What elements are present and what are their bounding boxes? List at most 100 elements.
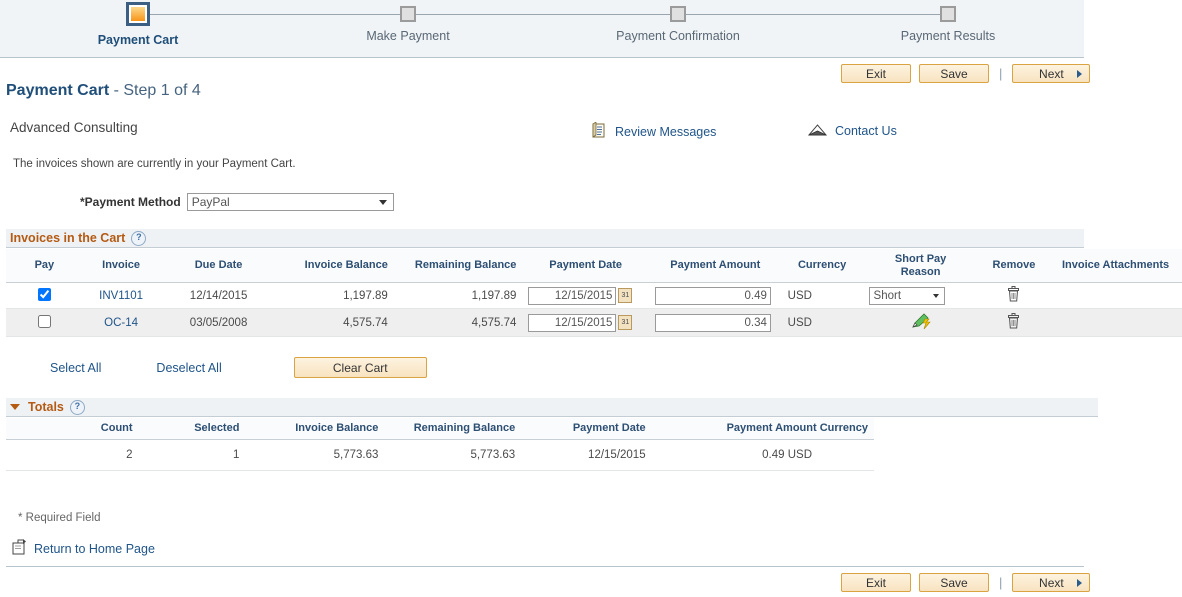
cell-invoice: OC-14 xyxy=(83,309,160,337)
cell-payment-amount xyxy=(649,283,782,309)
totals-payment-date: 12/15/2015 xyxy=(521,439,651,470)
collapse-triangle-icon[interactable] xyxy=(10,404,20,410)
contact-us-link-group[interactable]: Contact Us xyxy=(808,122,897,140)
payment-method-value: PayPal xyxy=(192,195,230,209)
pay-checkbox-row-1[interactable] xyxy=(38,288,51,301)
step-label-payment-cart: Payment Cart xyxy=(58,33,218,47)
calendar-icon-row-2[interactable]: 31 xyxy=(618,315,632,330)
step-payment-results[interactable]: Payment Results xyxy=(868,0,1028,43)
pay-checkbox-row-2[interactable] xyxy=(38,315,51,328)
col-remove: Remove xyxy=(979,249,1050,283)
step-marker-icon xyxy=(670,6,686,22)
col-due-date: Due Date xyxy=(159,249,277,283)
cell-payment-amount xyxy=(649,309,782,337)
cell-invoice-attachments xyxy=(1049,309,1182,337)
edit-short-pay-icon-row-2[interactable] xyxy=(911,312,931,333)
review-messages-link[interactable]: Review Messages xyxy=(615,125,716,139)
chevron-right-icon xyxy=(1077,579,1082,587)
step-label-make-payment: Make Payment xyxy=(328,29,488,43)
payment-amount-input-row-1[interactable] xyxy=(655,287,771,305)
intro-text: The invoices shown are currently in your… xyxy=(13,158,296,170)
payment-amount-input-row-2[interactable] xyxy=(655,314,771,332)
cell-invoice-balance: 4,575.74 xyxy=(278,309,394,337)
table-row: INV1101 12/14/2015 1,197.89 1,197.89 31 … xyxy=(6,283,1182,309)
calendar-icon-row-1[interactable]: 31 xyxy=(618,288,632,303)
return-home-group[interactable]: Return to Home Page xyxy=(12,539,155,559)
cell-remaining-balance: 4,575.74 xyxy=(394,309,523,337)
invoices-table-header-row: Pay Invoice Due Date Invoice Balance Rem… xyxy=(6,249,1182,283)
required-field-note: * Required Field xyxy=(18,512,100,524)
deselect-all-link[interactable]: Deselect All xyxy=(156,361,221,375)
cell-remove xyxy=(979,283,1050,309)
step-make-payment[interactable]: Make Payment xyxy=(328,0,488,43)
step-payment-cart[interactable]: Payment Cart xyxy=(58,0,218,47)
cart-actions: Select All Deselect All Clear Cart xyxy=(0,357,427,378)
cell-currency: USD xyxy=(782,309,863,337)
totals-payment-amount-currency: 0.49 USD xyxy=(652,439,874,470)
next-button-label: Next xyxy=(1039,67,1064,81)
cell-invoice-balance: 1,197.89 xyxy=(278,283,394,309)
totals-row: 2 1 5,773.63 5,773.63 12/15/2015 0.49 US… xyxy=(6,439,874,470)
chevron-down-icon xyxy=(379,200,387,205)
next-button-bottom[interactable]: Next xyxy=(1012,573,1090,592)
table-row: OC-14 03/05/2008 4,575.74 4,575.74 31 US… xyxy=(6,309,1182,337)
step-marker-icon xyxy=(400,6,416,22)
col-remaining-balance: Remaining Balance xyxy=(394,249,523,283)
payment-date-input-row-1[interactable] xyxy=(528,287,616,305)
help-icon[interactable]: ? xyxy=(131,231,146,246)
step-marker-icon xyxy=(940,6,956,22)
save-button-top[interactable]: Save xyxy=(919,64,989,83)
cell-invoice: INV1101 xyxy=(83,283,160,309)
col-payment-amount: Payment Amount xyxy=(649,249,782,283)
top-toolbar: Exit Save | Next xyxy=(841,64,1090,83)
company-name: Advanced Consulting xyxy=(10,120,138,135)
cell-short-pay-reason: Short xyxy=(863,283,979,309)
home-return-icon xyxy=(12,539,28,559)
clear-cart-button[interactable]: Clear Cart xyxy=(294,357,427,378)
cell-short-pay-reason xyxy=(863,309,979,337)
contact-us-link[interactable]: Contact Us xyxy=(835,124,897,138)
col-payment-amount-currency: Payment Amount Currency xyxy=(652,418,874,439)
select-all-link[interactable]: Select All xyxy=(50,361,101,375)
save-button-bottom[interactable]: Save xyxy=(919,573,989,592)
totals-table-header-row: Count Selected Invoice Balance Remaining… xyxy=(6,418,874,439)
col-totals-remaining-balance: Remaining Balance xyxy=(384,418,521,439)
totals-help-icon[interactable]: ? xyxy=(70,400,85,415)
totals-section-header: Totals ? xyxy=(6,398,1098,417)
col-totals-invoice-balance: Invoice Balance xyxy=(245,418,384,439)
short-pay-reason-value-row-1: Short xyxy=(874,290,902,302)
return-home-link[interactable]: Return to Home Page xyxy=(34,542,155,556)
totals-count: 2 xyxy=(6,439,139,470)
step-payment-confirmation[interactable]: Payment Confirmation xyxy=(598,0,758,43)
trash-icon-row-1[interactable] xyxy=(1007,286,1020,305)
invoice-link-row-1[interactable]: INV1101 xyxy=(99,290,143,302)
payment-method-label: *Payment Method xyxy=(80,195,181,209)
trash-icon-row-2[interactable] xyxy=(1007,313,1020,332)
chevron-down-icon xyxy=(933,294,939,298)
col-currency: Currency xyxy=(782,249,863,283)
exit-button-top[interactable]: Exit xyxy=(841,64,911,83)
envelope-icon xyxy=(808,122,827,140)
invoices-table: Pay Invoice Due Date Invoice Balance Rem… xyxy=(6,249,1182,337)
invoice-link-row-2[interactable]: OC-14 xyxy=(104,317,138,329)
step-label-payment-results: Payment Results xyxy=(868,29,1028,43)
col-totals-payment-date: Payment Date xyxy=(521,418,651,439)
step-progress-bar: Payment Cart Make Payment Payment Confir… xyxy=(0,0,1084,58)
short-pay-reason-select-row-1[interactable]: Short xyxy=(869,287,945,305)
col-pay: Pay xyxy=(6,249,83,283)
chevron-right-icon xyxy=(1077,70,1082,78)
message-list-icon xyxy=(590,122,607,142)
next-button-top[interactable]: Next xyxy=(1012,64,1090,83)
exit-button-bottom[interactable]: Exit xyxy=(841,573,911,592)
cell-due-date: 03/05/2008 xyxy=(159,309,277,337)
footer-divider xyxy=(6,566,1084,567)
review-messages-link-group[interactable]: Review Messages xyxy=(590,122,716,142)
short-pay-line2: Reason xyxy=(901,266,941,278)
totals-invoice-balance: 5,773.63 xyxy=(245,439,384,470)
cell-due-date: 12/14/2015 xyxy=(159,283,277,309)
payment-method-select[interactable]: PayPal xyxy=(187,193,394,211)
col-count: Count xyxy=(6,418,139,439)
step-label-payment-confirmation: Payment Confirmation xyxy=(598,29,758,43)
payment-date-input-row-2[interactable] xyxy=(528,314,616,332)
page-title-step: - Step 1 of 4 xyxy=(109,82,201,99)
